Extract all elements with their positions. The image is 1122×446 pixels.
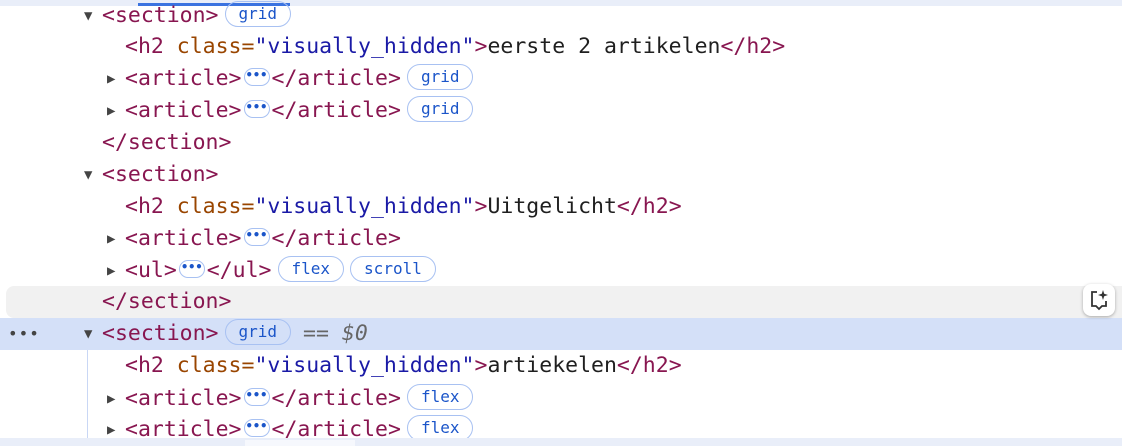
attr-value: "visually_hidden" bbox=[254, 353, 475, 378]
collapse-triangle-icon[interactable]: ▼ bbox=[84, 318, 98, 350]
tag-open: <article> bbox=[125, 98, 242, 123]
tag-open: <h2 bbox=[125, 34, 177, 59]
tag-close: </h2> bbox=[720, 34, 786, 59]
attr-value: "visually_hidden" bbox=[254, 194, 475, 219]
tag-open: <section> bbox=[102, 321, 219, 346]
expand-ellipsis-button[interactable]: ••• bbox=[243, 100, 270, 118]
tag-open: <section> bbox=[102, 3, 219, 28]
grid-badge[interactable]: grid bbox=[224, 1, 292, 27]
tag-close: </article> bbox=[271, 386, 401, 411]
expand-triangle-icon[interactable]: ▶ bbox=[107, 383, 121, 415]
ai-sparkle-chat-icon bbox=[1091, 290, 1108, 311]
console-reference: == $0 bbox=[303, 321, 368, 346]
more-options-icon[interactable]: ••• bbox=[8, 318, 40, 350]
tag-close: </section> bbox=[102, 289, 232, 314]
collapse-triangle-icon[interactable]: ▼ bbox=[84, 0, 98, 32]
dom-node-article[interactable]: ▶ <article> ••• </article> bbox=[0, 223, 1122, 255]
dom-node-section-selected[interactable]: ••• ▼ <section> grid == $0 bbox=[0, 318, 1122, 350]
attr-value: "visually_hidden" bbox=[254, 34, 475, 59]
tag-open: <h2 bbox=[125, 194, 177, 219]
flex-badge[interactable]: flex bbox=[277, 256, 345, 282]
tag-gt: > bbox=[474, 353, 488, 378]
text-node: Uitgelicht bbox=[487, 194, 617, 219]
tag-close: </article> bbox=[271, 226, 401, 251]
tag-open: <section> bbox=[102, 162, 219, 187]
dom-node-section[interactable]: ▼ <section> grid bbox=[0, 0, 1122, 32]
dom-node-section-close-hovered[interactable]: </section> bbox=[6, 286, 1122, 318]
dollar-zero-ref: $0 bbox=[341, 321, 368, 346]
tag-open: <article> bbox=[125, 66, 242, 91]
tag-open: <article> bbox=[125, 386, 242, 411]
bottom-scrollbar-thumb[interactable] bbox=[245, 440, 355, 446]
grid-badge[interactable]: grid bbox=[406, 96, 474, 122]
expand-triangle-icon[interactable]: ▶ bbox=[107, 223, 121, 255]
expand-ellipsis-button[interactable]: ••• bbox=[243, 419, 270, 437]
dom-node-section[interactable]: ▼ <section> bbox=[0, 159, 1122, 191]
equals-sign: == bbox=[303, 321, 329, 346]
dom-node-article[interactable]: ▶ <article> ••• </article> grid bbox=[0, 63, 1122, 95]
expand-triangle-icon[interactable]: ▶ bbox=[107, 63, 121, 95]
expand-triangle-icon[interactable]: ▶ bbox=[107, 255, 121, 287]
scroll-badge[interactable]: scroll bbox=[350, 256, 436, 282]
tag-open: <ul> bbox=[125, 258, 177, 283]
dom-node-article[interactable]: ▶ <article> ••• </article> flex bbox=[0, 383, 1122, 415]
attr-name: class= bbox=[176, 34, 255, 59]
tag-gt: > bbox=[474, 34, 488, 59]
expand-ellipsis-button[interactable]: ••• bbox=[243, 68, 270, 86]
tag-gt: > bbox=[474, 194, 488, 219]
flex-badge[interactable]: flex bbox=[406, 384, 474, 410]
tag-close: </h2> bbox=[616, 353, 682, 378]
expand-triangle-icon[interactable]: ▶ bbox=[107, 95, 121, 127]
expand-ellipsis-button[interactable]: ••• bbox=[243, 388, 270, 406]
tag-close: </article> bbox=[271, 66, 401, 91]
grid-badge[interactable]: grid bbox=[224, 319, 292, 345]
dom-node-h2[interactable]: <h2 class="visually_hidden">eerste 2 art… bbox=[0, 31, 1122, 63]
ai-assistance-button[interactable] bbox=[1083, 284, 1115, 316]
tag-close: </ul> bbox=[206, 258, 272, 283]
expand-ellipsis-button[interactable]: ••• bbox=[243, 228, 270, 246]
bottom-scrollbar-track bbox=[0, 438, 1122, 446]
expand-ellipsis-button[interactable]: ••• bbox=[178, 260, 205, 278]
tag-close: </section> bbox=[102, 130, 232, 155]
dom-node-ul[interactable]: ▶ <ul> ••• </ul> flex scroll bbox=[0, 255, 1122, 287]
collapse-triangle-icon[interactable]: ▼ bbox=[84, 159, 98, 191]
tag-open: <h2 bbox=[125, 353, 177, 378]
attr-name: class= bbox=[176, 194, 255, 219]
grid-badge[interactable]: grid bbox=[406, 64, 474, 90]
dom-node-section-close[interactable]: </section> bbox=[0, 127, 1122, 159]
tag-close: </article> bbox=[271, 98, 401, 123]
dom-node-h2[interactable]: <h2 class="visually_hidden">artiekelen</… bbox=[0, 350, 1122, 382]
tag-open: <article> bbox=[125, 226, 242, 251]
text-node: eerste 2 artikelen bbox=[487, 34, 721, 59]
tag-close: </h2> bbox=[616, 194, 682, 219]
text-node: artiekelen bbox=[487, 353, 617, 378]
attr-name: class= bbox=[176, 353, 255, 378]
dom-node-h2[interactable]: <h2 class="visually_hidden">Uitgelicht</… bbox=[0, 191, 1122, 223]
dom-node-article[interactable]: ▶ <article> ••• </article> grid bbox=[0, 95, 1122, 127]
